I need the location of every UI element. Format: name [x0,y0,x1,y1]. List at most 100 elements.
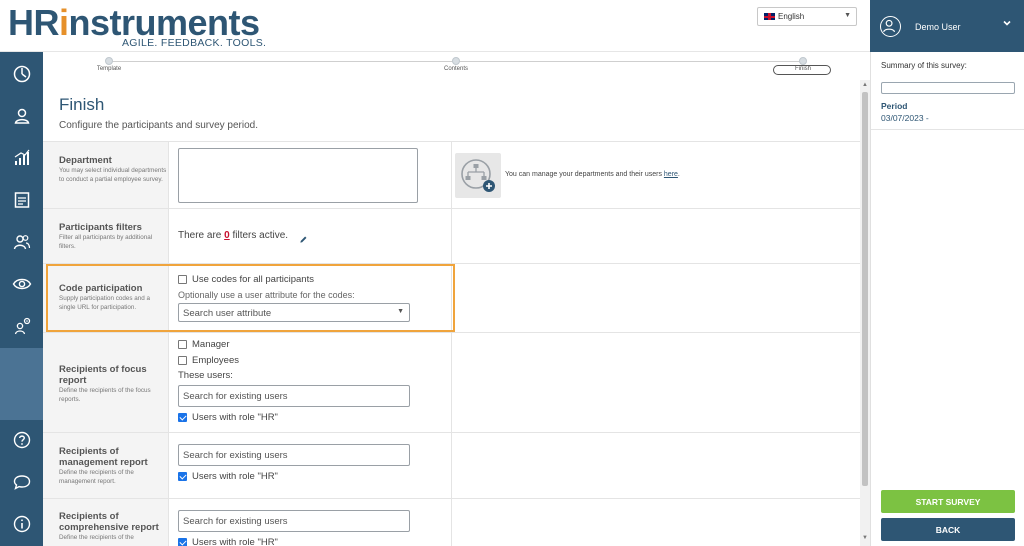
content-scrollbar[interactable]: ▲ ▼ [860,80,870,546]
sidebar-item-observe[interactable] [0,264,43,304]
col-divider [168,333,169,432]
logo-hr: HR [8,2,60,43]
scrollbar-thumb[interactable] [862,92,868,486]
step-label-template[interactable]: Template [97,66,121,72]
col-divider [451,209,452,263]
comprehensive-label-cell: Recipients of comprehensive report Defin… [43,499,168,546]
user-avatar-icon [883,19,896,33]
summary-label: Summary of this survey: [881,61,967,70]
comprehensive-hr-checkbox[interactable]: Users with role "HR" [178,537,278,546]
focus-users-search[interactable]: Search for existing users [178,385,410,407]
step-dot-template[interactable] [105,57,113,65]
manager-checkbox[interactable]: Manager [178,339,230,350]
uk-flag-icon [764,13,775,21]
management-report-row: Recipients of management report Define t… [43,432,860,498]
sidebar-active-section [0,348,43,420]
comprehensive-desc: Define the recipients of the [59,534,134,541]
step-dot-contents[interactable] [452,57,460,65]
dashboard-icon [13,65,30,83]
logo-i: i [59,2,69,43]
app-header: HRinstruments AGILE. FEEDBACK. TOOLS. En… [0,0,870,52]
sidebar-item-help[interactable] [0,420,43,460]
management-hr-label: Users with role "HR" [192,471,278,482]
department-manage-link[interactable]: here [664,171,678,178]
department-desc: You may select individual departments to… [59,167,167,183]
filters-count[interactable]: 0 [224,230,230,241]
language-value: English [778,12,805,21]
back-button[interactable]: BACK [881,518,1015,541]
col-divider [168,499,169,546]
logo-tagline: AGILE. FEEDBACK. TOOLS. [122,37,267,49]
sidebar-item-info[interactable] [0,504,43,544]
step-dot-finish[interactable] [799,57,807,65]
department-tree-icon[interactable] [455,153,501,198]
step-label-finish[interactable]: Finish [795,66,811,72]
page-subtitle: Configure the participants and survey pe… [59,120,259,131]
col-divider [451,433,452,498]
sidebar-item-teams[interactable] [0,222,43,262]
comprehensive-title: Recipients of comprehensive report [59,511,159,533]
department-manage-text: You can manage your departments and thei… [505,171,662,178]
checkbox[interactable] [178,356,187,365]
management-desc: Define the recipients of the management … [59,469,134,485]
step-label-contents[interactable]: Contents [444,66,468,72]
checkbox-checked[interactable] [178,413,187,422]
comprehensive-hr-label: Users with role "HR" [192,537,278,546]
filters-text-after: filters active. [232,230,289,241]
user-name: Demo User [915,22,961,32]
department-manage-hint: You can manage your departments and thei… [505,171,680,178]
focus-desc: Define the recipients of the focus repor… [59,387,151,403]
edit-pencil-icon[interactable] [299,231,308,249]
settings-user-icon [14,317,30,335]
checkbox[interactable] [178,340,187,349]
chevron-down-icon: ▼ [844,12,851,19]
focus-hr-label: Users with role "HR" [192,412,278,423]
scroll-up-arrow-icon[interactable]: ▲ [862,82,868,88]
management-search-placeholder: Search for existing users [183,450,288,461]
sidebar-item-surveys[interactable] [0,180,43,220]
start-survey-button[interactable]: START SURVEY [881,490,1015,513]
these-users-label: These users: [178,370,233,381]
stats-icon [14,149,29,165]
chevron-down-icon[interactable] [1002,18,1012,31]
sidebar-item-dashboard[interactable] [0,54,43,94]
checkbox-checked[interactable] [178,472,187,481]
checkbox-checked[interactable] [178,538,187,546]
employees-checkbox[interactable]: Employees [178,355,239,366]
sidebar-item-admin[interactable] [0,306,43,346]
help-icon [13,431,30,449]
filters-text-before: There are [178,230,222,241]
sidebar-item-chat[interactable] [0,462,43,502]
scroll-down-arrow-icon[interactable]: ▼ [862,535,868,541]
period-value: 03/07/2023 - [881,113,929,123]
survey-icon [14,192,29,208]
summary-panel: Summary of this survey: Period 03/07/202… [870,52,1024,546]
focus-hr-checkbox[interactable]: Users with role "HR" [178,412,278,423]
people-icon [13,235,30,250]
user-icon [14,108,29,124]
filters-title: Participants filters [59,222,142,233]
participants-filters-row: Participants filters Filter all particip… [43,208,860,263]
department-label-cell: Department You may select individual dep… [43,142,168,208]
user-menu[interactable]: Demo User [870,0,1024,52]
management-hr-checkbox[interactable]: Users with role "HR" [178,471,278,482]
divider [871,129,1024,130]
management-title: Recipients of management report [59,446,148,468]
col-divider [168,433,169,498]
management-label-cell: Recipients of management report Define t… [43,433,168,498]
comprehensive-users-search[interactable]: Search for existing users [178,510,410,532]
department-select-box[interactable] [178,148,418,203]
summary-input[interactable] [881,82,1015,94]
sidebar-item-statistics[interactable] [0,138,43,178]
language-select[interactable]: English ▼ [757,7,857,26]
sidebar-item-users[interactable] [0,96,43,136]
management-users-search[interactable]: Search for existing users [178,444,410,466]
focus-report-row: Recipients of focus report Define the re… [43,332,860,432]
page-title: Finish [59,95,105,114]
employees-label: Employees [192,355,239,366]
filters-desc: Filter all participants by additional fi… [59,234,153,250]
focus-label-cell: Recipients of focus report Define the re… [43,333,168,432]
main-content: Finish Configure the participants and su… [43,80,860,546]
comprehensive-search-placeholder: Search for existing users [183,516,288,527]
focus-search-placeholder: Search for existing users [183,391,288,402]
